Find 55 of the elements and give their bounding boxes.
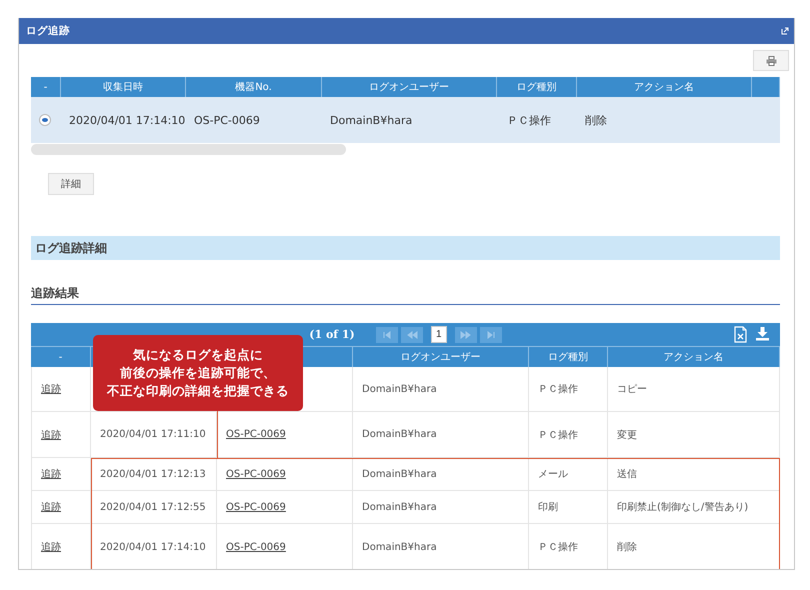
page-summary: (1 of 1)	[309, 328, 355, 341]
table-cell: DomainB¥hara	[362, 542, 437, 552]
excel-file-icon[interactable]	[734, 326, 747, 343]
callout-line: 気になるログを起点に	[133, 346, 263, 364]
callout-line: 前後の操作を追跡可能で、	[120, 364, 276, 382]
table-cell: DomainB¥hara	[362, 384, 437, 394]
table-cell: DomainB¥hara	[362, 502, 437, 512]
table-cell: 2020/04/01 17:11:10	[100, 429, 206, 440]
print-button[interactable]	[753, 50, 789, 71]
table-cell: DomainB¥hara	[362, 468, 437, 480]
trace-link[interactable]: 追跡	[41, 540, 61, 554]
device-link[interactable]: OS-PC-0069	[226, 468, 286, 480]
trace-link[interactable]: 追跡	[41, 500, 61, 514]
table-cell-text: コピー	[617, 383, 647, 396]
table-cell: 2020/04/01 17:14:10	[69, 114, 186, 126]
page-button[interactable]: 1	[430, 326, 447, 343]
table-cell-text: 印刷禁止(制御なし/警告あり)	[617, 500, 748, 514]
table-cell-text: 送信	[617, 468, 637, 481]
callout-line: 不正な印刷の詳細を把握できる	[107, 382, 289, 400]
trace-link[interactable]: 追跡	[41, 428, 61, 442]
device-link[interactable]: OS-PC-0069	[226, 542, 286, 552]
table-cell-text: ＰＣ操作	[538, 541, 578, 554]
table-cell: 削除	[585, 112, 607, 128]
table-cell-text: 削除	[617, 540, 637, 554]
device-link[interactable]: OS-PC-0069	[226, 429, 286, 440]
table-cell-text: ＰＣ操作	[538, 383, 578, 396]
scrollbar[interactable]	[31, 144, 346, 155]
radio-button[interactable]	[39, 114, 51, 126]
table-cell-text: メール	[538, 468, 568, 481]
device-link[interactable]: OS-PC-0069	[226, 502, 286, 512]
table-cell: DomainB¥hara	[330, 114, 412, 126]
first-page-icon	[380, 328, 393, 340]
table-row[interactable]: 2020/04/01 17:14:10 OS-PC-0069 DomainB¥hara ＰＣ操作 削除	[31, 97, 780, 143]
table-cell: 2020/04/01 17:12:55	[100, 502, 206, 512]
last-page-icon	[484, 328, 497, 340]
trace-link[interactable]: 追跡	[41, 467, 61, 481]
table-cell: DomainB¥hara	[362, 429, 437, 440]
table-cell: 2020/04/01 17:14:10	[100, 542, 206, 552]
table-cell: ＰＣ操作	[507, 112, 551, 128]
popout-icon[interactable]	[781, 27, 789, 35]
leader-line	[217, 411, 218, 458]
table-cell-text: 変更	[617, 428, 637, 442]
table-cell: 2020/04/01 17:12:13	[100, 468, 206, 480]
trace-link[interactable]: 追跡	[41, 382, 61, 396]
prev-page-icon	[406, 328, 418, 340]
table-cell-text: 印刷	[538, 500, 558, 514]
download-icon[interactable]	[755, 326, 770, 341]
window-title: ログ追跡	[26, 24, 70, 38]
subsection-title: 追跡結果	[31, 285, 780, 305]
next-page-icon	[460, 328, 472, 340]
table-cell: OS-PC-0069	[194, 114, 260, 126]
detail-button[interactable]: 詳細	[48, 173, 94, 195]
printer-icon	[766, 56, 776, 66]
section-title: ログ追跡詳細	[35, 240, 107, 256]
table-cell-text: ＰＣ操作	[538, 428, 578, 442]
